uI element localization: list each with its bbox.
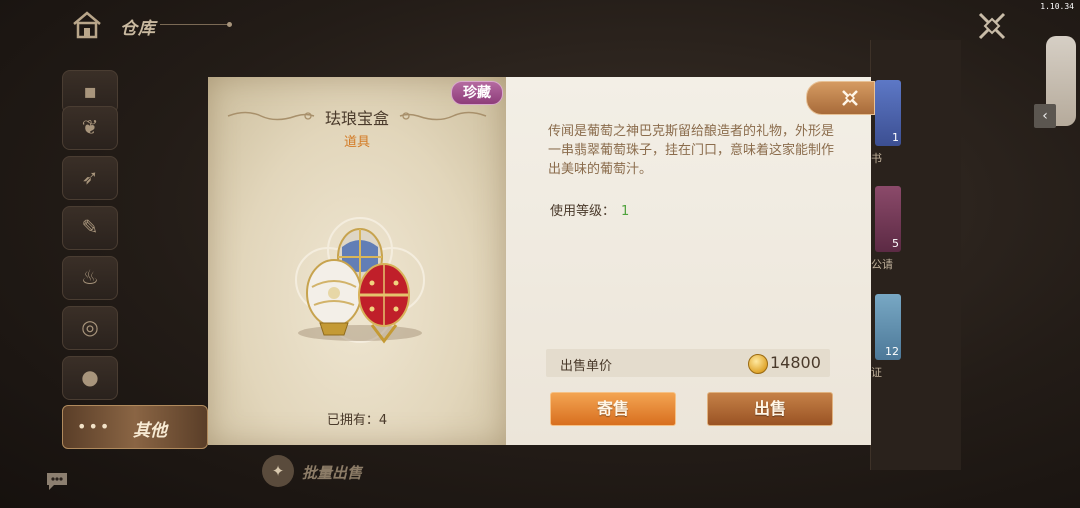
bow-icon: ➶ [81,165,99,189]
inventory-panel: 1 书 5 公请 12 证 [870,40,961,470]
tool-icon: ✎ [81,215,99,239]
pot-icon: ♨ [81,265,99,289]
use-level-row: 使用等级： 1 [550,200,629,219]
unit-price-label: 出售单价 [560,359,613,374]
item-description: 传闻是葡萄之神巴克斯留给酿造者的礼物，外形是一串翡翠葡萄珠子，挂在门口，意味着这… [548,124,835,177]
more-dots-icon: ••• [77,417,112,436]
feather-icon: ❦ [81,115,99,139]
title-divider [160,24,230,25]
bag-icon: ✦ [262,455,294,487]
category-other-active[interactable]: ••• 其他 [62,405,208,449]
owned-label: 已拥有： [326,413,379,428]
slot-label: 证 [871,366,882,379]
unit-price-value: 14800 [770,353,821,372]
home-icon[interactable] [70,8,104,42]
slot-count: 12 [885,345,899,358]
use-level-label: 使用等级： [550,204,616,219]
close-icon[interactable] [976,10,1008,42]
version-label: 1.10.34 [1040,2,1074,11]
page-title: 仓库 [120,19,156,39]
owned-count: 4 [378,413,388,428]
coin-icon [748,354,768,374]
spiral-icon: ◎ [81,315,99,339]
category-sidebar: ▪ ❦ ➶ ✎ ♨ ◎ ● [58,58,208,458]
slot-count: 5 [892,237,899,250]
enamel-box-item-image [295,217,425,344]
item-type: 道具 [343,135,370,150]
category-bow[interactable]: ➶ [62,156,118,200]
inventory-slot[interactable]: 1 [875,80,901,146]
title-divider-dot [227,22,232,27]
category-feather[interactable]: ❦ [62,106,118,150]
bulk-sell-label: 批量出售 [302,464,363,482]
category-other-label: 其他 [133,421,167,441]
consign-button[interactable]: 寄售 [550,392,676,426]
item-detail-dialog: 珐琅宝盒 道具 已拥有：4 珍藏 传闻是葡萄之神巴克斯留给酿造者的礼物，外形是一… [208,77,875,445]
owned-count-row: 已拥有：4 [208,409,506,428]
slot-label: 公请 [871,258,893,271]
chat-icon[interactable] [44,470,70,492]
category-bottle[interactable]: ● [62,356,118,400]
inventory-slot[interactable]: 5 [875,186,901,252]
slot-count: 1 [892,131,899,144]
unit-price-bar: 出售单价 14800 [546,349,830,377]
bag-icon: ▪ [83,79,97,103]
category-spiral[interactable]: ◎ [62,306,118,350]
close-dialog-button[interactable] [806,81,875,115]
use-level-value: 1 [621,204,630,219]
bottle-icon: ● [81,365,99,389]
category-pot[interactable]: ♨ [62,256,118,300]
sell-button[interactable]: 出售 [707,392,833,426]
category-tool[interactable]: ✎ [62,206,118,250]
item-name: 珐琅宝盒 [324,109,389,128]
rarity-badge: 珍藏 [451,81,503,105]
slot-label: 书 [871,152,882,165]
item-preview-panel: 珐琅宝盒 道具 已拥有：4 珍藏 [208,77,506,445]
inventory-slot[interactable]: 12 [875,294,901,360]
collapse-arrow-icon[interactable]: ‹ [1034,104,1056,128]
close-icon [842,90,858,106]
